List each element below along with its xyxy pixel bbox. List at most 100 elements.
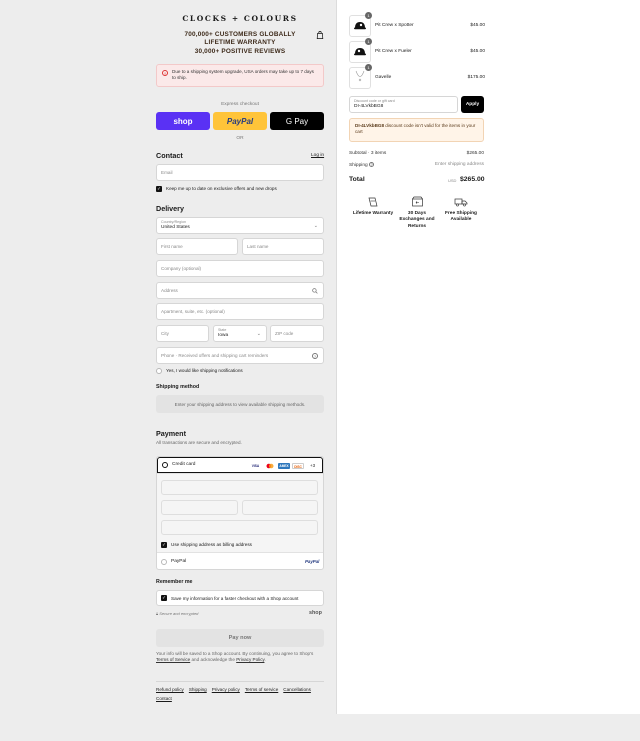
shop-logo: shop: [309, 610, 322, 616]
name-on-card-field[interactable]: [161, 520, 318, 535]
box-return-icon: [411, 196, 423, 207]
warranty-icon: [368, 197, 378, 207]
quantity-badge: 1: [365, 38, 372, 45]
search-icon: [312, 287, 318, 294]
cap-icon: [354, 22, 366, 30]
perk-label: 30 Days Exchanges and Returns: [399, 211, 435, 229]
discount-error: DI-4LVkbBG8 discount code isn't valid fo…: [349, 118, 484, 142]
company-placeholder: Company (optional): [161, 266, 202, 271]
discount-code-field[interactable]: Discount code or gift card DI-4LVkbBG8: [349, 96, 458, 113]
privacy-policy-footer-link[interactable]: Privacy policy: [212, 687, 240, 692]
pay-now-button[interactable]: Pay now: [156, 629, 324, 647]
company-field[interactable]: Company (optional): [156, 260, 324, 277]
item-price: $175.00: [467, 75, 485, 80]
city-field[interactable]: City: [156, 325, 209, 342]
alert-icon: !: [162, 70, 168, 76]
credit-card-radio[interactable]: [162, 462, 168, 468]
or-divider: OR: [236, 136, 244, 141]
promo-line: 30,000+ POSITIVE REVIEWS: [194, 47, 286, 55]
item-name: Pit Crew x Spotter: [375, 23, 414, 28]
help-icon[interactable]: ?: [369, 162, 375, 167]
quantity-badge: 1: [365, 64, 372, 71]
remember-me-checkbox[interactable]: ✓: [161, 595, 167, 601]
express-checkout-title: Express checkout: [221, 102, 259, 107]
lock-icon: 🔒︎: [156, 611, 159, 616]
perk-shipping: Free Shipping Available: [439, 196, 483, 224]
phone-placeholder: Phone · Received offers and shipping car…: [161, 353, 269, 358]
necklace-icon: [355, 70, 365, 82]
shipping-notify-label: Yes, I would like shipping notifications: [166, 368, 243, 373]
google-pay-button[interactable]: G Pay: [270, 112, 324, 130]
country-select[interactable]: Country/Region United States ⌄: [156, 217, 324, 234]
privacy-policy-link[interactable]: Privacy Policy: [236, 657, 264, 662]
cancellations-link[interactable]: Cancellations: [283, 687, 311, 692]
promo-line: LIFETIME WARRANTY: [204, 39, 276, 47]
more-brands-count: +3: [310, 463, 316, 468]
refund-policy-link[interactable]: Refund policy: [156, 687, 184, 692]
newsletter-checkbox[interactable]: ✓: [156, 186, 162, 192]
last-name-field[interactable]: Last name: [242, 238, 324, 255]
shipping-link[interactable]: Shipping: [189, 687, 207, 692]
remember-me-box[interactable]: ✓ Save my information for a faster check…: [156, 590, 324, 606]
phone-field[interactable]: Phone · Received offers and shipping car…: [156, 347, 324, 364]
city-placeholder: City: [161, 331, 169, 336]
cart-item: 1 Gavelle $175.00: [349, 64, 485, 89]
state-value: Iowa: [218, 332, 229, 338]
zip-field[interactable]: ZIP code: [270, 325, 324, 342]
discount-value: DI-4LVkbBG8: [354, 103, 384, 109]
footer-links: Refund policy Shipping Privacy policy Terms…: [156, 686, 324, 703]
quantity-badge: 1: [365, 12, 372, 19]
truck-icon: [454, 198, 468, 207]
billing-same-checkbox[interactable]: ✓: [161, 542, 167, 548]
expiry-field[interactable]: [161, 500, 238, 515]
secure-text: Secure and encrypted: [159, 611, 199, 616]
shop-pay-button[interactable]: shop: [156, 112, 210, 130]
promo-banner: 700,000+ CUSTOMERS GLOBALLY LIFETIME WAR…: [156, 31, 324, 56]
paypal-button[interactable]: PayPal: [213, 112, 267, 130]
paypal-option-label[interactable]: PayPal: [171, 559, 186, 564]
perk-label: Free Shipping Available: [445, 211, 477, 223]
login-link[interactable]: Log in: [311, 153, 324, 158]
credit-card-option[interactable]: Credit card VISA AMEX DISC +3: [157, 457, 323, 473]
subtotal-label: Subtotal · 3 items: [349, 151, 387, 156]
address-field[interactable]: Address: [156, 282, 324, 299]
promo-line: 700,000+ CUSTOMERS GLOBALLY: [184, 31, 296, 38]
email-field[interactable]: Email: [156, 164, 324, 181]
remember-me-label: Save my information for a faster checkou…: [171, 595, 299, 601]
cart-item: 1 Pit Crew x Fueler $45.00: [349, 38, 485, 63]
email-placeholder: Email: [161, 170, 173, 175]
page-bottom: [0, 714, 640, 741]
amex-icon: AMEX: [278, 463, 290, 469]
apartment-field[interactable]: Apartment, suite, etc. (optional): [156, 303, 324, 320]
cap-icon: [354, 48, 366, 56]
newsletter-label: Keep me up to date on exclusive offers a…: [166, 186, 277, 191]
payment-options: Credit card VISA AMEX DISC +3 ✓ Use ship…: [156, 456, 324, 570]
contact-link[interactable]: Contact: [156, 696, 172, 701]
terms-text: Your info will be saved to a Shop accoun…: [156, 651, 314, 663]
chevron-down-icon: ⌄: [256, 330, 261, 337]
delivery-heading: Delivery: [156, 204, 184, 213]
paypal-radio[interactable]: [161, 559, 167, 565]
terms-of-service-link[interactable]: Terms of Service: [156, 657, 190, 662]
country-value: United States: [161, 224, 190, 230]
credit-card-label: Credit card: [172, 462, 196, 467]
total-label: Total: [349, 176, 365, 183]
shipping-notify-checkbox[interactable]: [156, 368, 162, 374]
state-select[interactable]: State Iowa ⌄: [213, 325, 267, 342]
help-icon[interactable]: ?: [312, 352, 318, 359]
first-name-placeholder: First name: [161, 244, 183, 249]
payment-subtitle: All transactions are secure and encrypte…: [156, 440, 242, 445]
apply-discount-button[interactable]: Apply: [461, 96, 484, 113]
terms-of-service-footer-link[interactable]: Terms of service: [245, 687, 278, 692]
chevron-down-icon: ⌄: [313, 222, 318, 229]
total-currency: USD: [448, 178, 457, 183]
visa-icon: VISA: [250, 463, 261, 469]
shipping-method-heading: Shipping method: [156, 384, 200, 390]
store-logo[interactable]: CLOCKS + COLOURS: [156, 14, 324, 23]
apartment-placeholder: Apartment, suite, etc. (optional): [161, 309, 225, 314]
first-name-field[interactable]: First name: [156, 238, 238, 255]
security-code-field[interactable]: [242, 500, 318, 515]
card-number-field[interactable]: [161, 480, 318, 495]
cart-item: 1 Pit Crew x Spotter $45.00: [349, 12, 485, 37]
last-name-placeholder: Last name: [247, 244, 269, 249]
